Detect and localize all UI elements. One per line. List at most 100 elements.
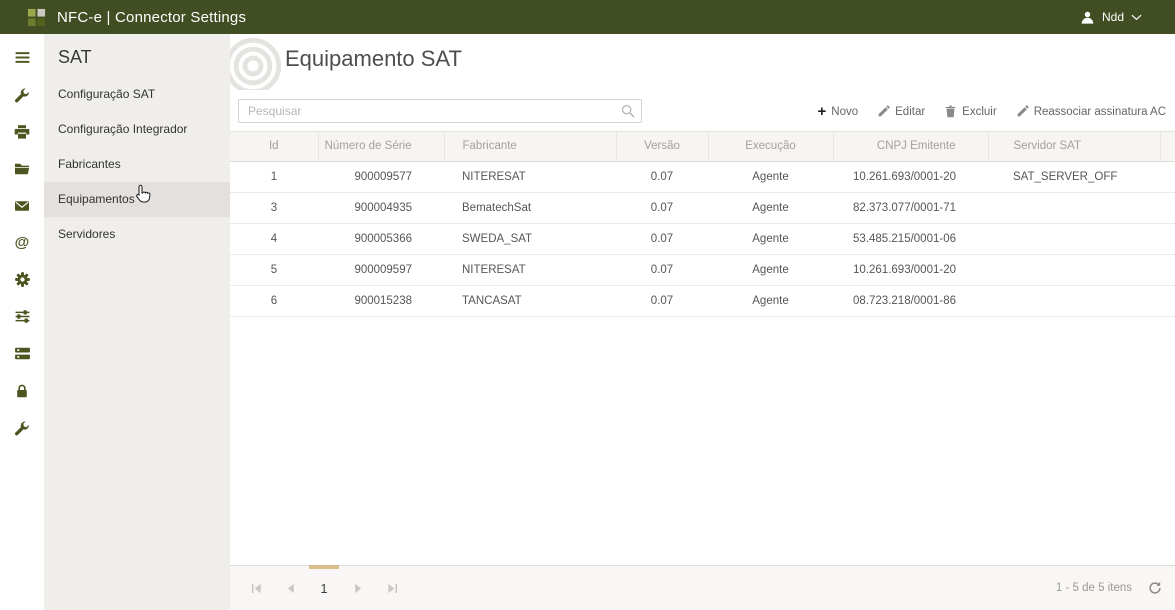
table-cell-filler bbox=[1160, 254, 1175, 286]
reassign-signature-button-label: Reassociar assinatura AC bbox=[1033, 105, 1166, 118]
reassign-signature-button[interactable]: Reassociar assinatura AC bbox=[1016, 105, 1166, 118]
folder-icon[interactable] bbox=[0, 150, 44, 187]
table-cell: 08.723.218/0001-86 bbox=[833, 285, 988, 317]
column-header-cnpj-emitente[interactable]: CNPJ Emitente bbox=[832, 132, 988, 162]
column-header-fabricante[interactable]: Fabricante bbox=[443, 132, 616, 162]
new-button[interactable]: + Novo bbox=[818, 104, 859, 119]
table-cell-filler bbox=[1160, 192, 1175, 224]
table-cell bbox=[988, 254, 1160, 286]
table-cell: 53.485.215/0001-06 bbox=[833, 223, 988, 255]
topbar: NFC-e | Connector Settings Ndd bbox=[0, 0, 1175, 34]
table-cell: TANCASAT bbox=[444, 285, 616, 317]
table-cell-filler bbox=[1160, 161, 1175, 193]
rings-icon bbox=[230, 35, 284, 90]
app-logo-icon bbox=[27, 8, 46, 27]
table-cell: 900015238 bbox=[318, 285, 444, 317]
grid-body: 1 900009577 NITERESAT 0.07 Agente 10.261.693/… bbox=[230, 161, 1175, 317]
trash-icon bbox=[944, 105, 957, 118]
pencil-icon bbox=[1016, 105, 1029, 118]
table-cell: 6 bbox=[230, 285, 318, 317]
edit-button[interactable]: Editar bbox=[877, 105, 925, 118]
pager-prev-icon[interactable] bbox=[278, 583, 302, 594]
chevron-down-icon bbox=[1131, 14, 1142, 21]
new-button-label: Novo bbox=[831, 105, 859, 118]
table-row[interactable]: 1 900009577 NITERESAT 0.07 Agente 10.261.693/… bbox=[230, 161, 1175, 193]
edit-button-label: Editar bbox=[895, 105, 926, 118]
table-row[interactable]: 6 900015238 TANCASAT 0.07 Agente 08.723.218/0… bbox=[230, 285, 1175, 317]
pager-first-icon[interactable] bbox=[244, 583, 268, 594]
search-icon[interactable] bbox=[621, 104, 635, 123]
pager-page-1[interactable]: 1 bbox=[309, 564, 339, 596]
sidebar: SAT Configuração SAT Configuração Integra… bbox=[44, 34, 230, 610]
sliders-icon[interactable] bbox=[0, 298, 44, 335]
table-row[interactable]: 5 900009597 NITERESAT 0.07 Agente 10.261.693/… bbox=[230, 254, 1175, 286]
pager-last-icon[interactable] bbox=[380, 583, 404, 594]
table-cell: 900005366 bbox=[318, 223, 444, 255]
tools-icon[interactable] bbox=[0, 76, 44, 113]
table-cell bbox=[988, 223, 1160, 255]
column-header-execucao[interactable]: Execução bbox=[707, 132, 833, 162]
column-header-id[interactable]: Id bbox=[230, 132, 318, 162]
column-header-servidor-sat[interactable]: Servidor SAT bbox=[987, 132, 1160, 162]
table-cell: 4 bbox=[230, 223, 318, 255]
edit-pencil-icon bbox=[877, 105, 890, 118]
table-cell bbox=[988, 285, 1160, 317]
table-cell: 82.373.077/0001-71 bbox=[833, 192, 988, 224]
table-cell: NITERESAT bbox=[444, 161, 616, 193]
sidebar-item-servidores[interactable]: Servidores bbox=[44, 217, 230, 252]
table-cell: Agente bbox=[708, 285, 833, 317]
column-header-numero-de-serie[interactable]: Número de Série bbox=[317, 132, 444, 162]
main-content: Equipamento SAT + Novo bbox=[230, 34, 1175, 610]
at-icon[interactable]: @ bbox=[0, 224, 44, 261]
delete-button[interactable]: Excluir bbox=[944, 105, 997, 118]
table-cell: Agente bbox=[708, 161, 833, 193]
table-cell: 1 bbox=[230, 161, 318, 193]
grid-header-row: Id Número de Série Fabricante Versão Execuçã… bbox=[230, 132, 1175, 162]
sidebar-menu: Configuração SAT Configuração Integrador F… bbox=[44, 77, 230, 252]
table-cell: 0.07 bbox=[616, 223, 708, 255]
table-cell: NITERESAT bbox=[444, 254, 616, 286]
table-cell: 900009597 bbox=[318, 254, 444, 286]
table-cell: 0.07 bbox=[616, 192, 708, 224]
sidebar-item-configuracao-sat[interactable]: Configuração SAT bbox=[44, 77, 230, 112]
queue-icon[interactable] bbox=[0, 335, 44, 372]
table-cell: 0.07 bbox=[616, 254, 708, 286]
table-cell: 0.07 bbox=[616, 161, 708, 193]
sidebar-item-configuracao-integrador[interactable]: Configuração Integrador bbox=[44, 112, 230, 147]
icon-rail: @ bbox=[0, 34, 44, 610]
table-cell-filler bbox=[1160, 285, 1175, 317]
table-cell: Agente bbox=[708, 254, 833, 286]
table-cell: 900009577 bbox=[318, 161, 444, 193]
sidebar-item-fabricantes[interactable]: Fabricantes bbox=[44, 147, 230, 182]
user-icon bbox=[1080, 10, 1095, 25]
gear-icon[interactable] bbox=[0, 261, 44, 298]
table-row[interactable]: 3 900004935 BematechSat 0.07 Agente 82.373.07… bbox=[230, 192, 1175, 224]
table-cell bbox=[988, 192, 1160, 224]
user-name: Ndd bbox=[1101, 10, 1124, 24]
page-header: Equipamento SAT bbox=[230, 34, 1175, 90]
table-cell: 3 bbox=[230, 192, 318, 224]
pager: 1 1 - 5 de 5 itens bbox=[230, 564, 1175, 610]
pager-next-icon[interactable] bbox=[346, 583, 370, 594]
table-cell: Agente bbox=[708, 223, 833, 255]
menu-icon[interactable] bbox=[0, 39, 44, 76]
table-cell: BematechSat bbox=[444, 192, 616, 224]
mail-icon[interactable] bbox=[0, 187, 44, 224]
table-row[interactable]: 4 900005366 SWEDA_SAT 0.07 Agente 53.485.215/… bbox=[230, 223, 1175, 255]
refresh-icon[interactable] bbox=[1148, 581, 1162, 595]
table-cell: 10.261.693/0001-20 bbox=[833, 254, 988, 286]
sidebar-item-equipamentos[interactable]: Equipamentos bbox=[44, 182, 230, 217]
table-cell: 5 bbox=[230, 254, 318, 286]
printer-icon[interactable] bbox=[0, 113, 44, 150]
lock-icon[interactable] bbox=[0, 372, 44, 409]
column-header-versao[interactable]: Versão bbox=[615, 132, 708, 162]
sidebar-title: SAT bbox=[58, 47, 92, 67]
table-cell: Agente bbox=[708, 192, 833, 224]
table-cell: SWEDA_SAT bbox=[444, 223, 616, 255]
user-menu[interactable]: Ndd bbox=[1080, 10, 1142, 25]
wrench-icon[interactable] bbox=[0, 409, 44, 446]
pager-info: 1 - 5 de 5 itens bbox=[1055, 582, 1132, 594]
table-cell: SAT_SERVER_OFF bbox=[988, 161, 1160, 193]
column-header-filler bbox=[1159, 132, 1175, 162]
search-input[interactable] bbox=[238, 99, 642, 123]
